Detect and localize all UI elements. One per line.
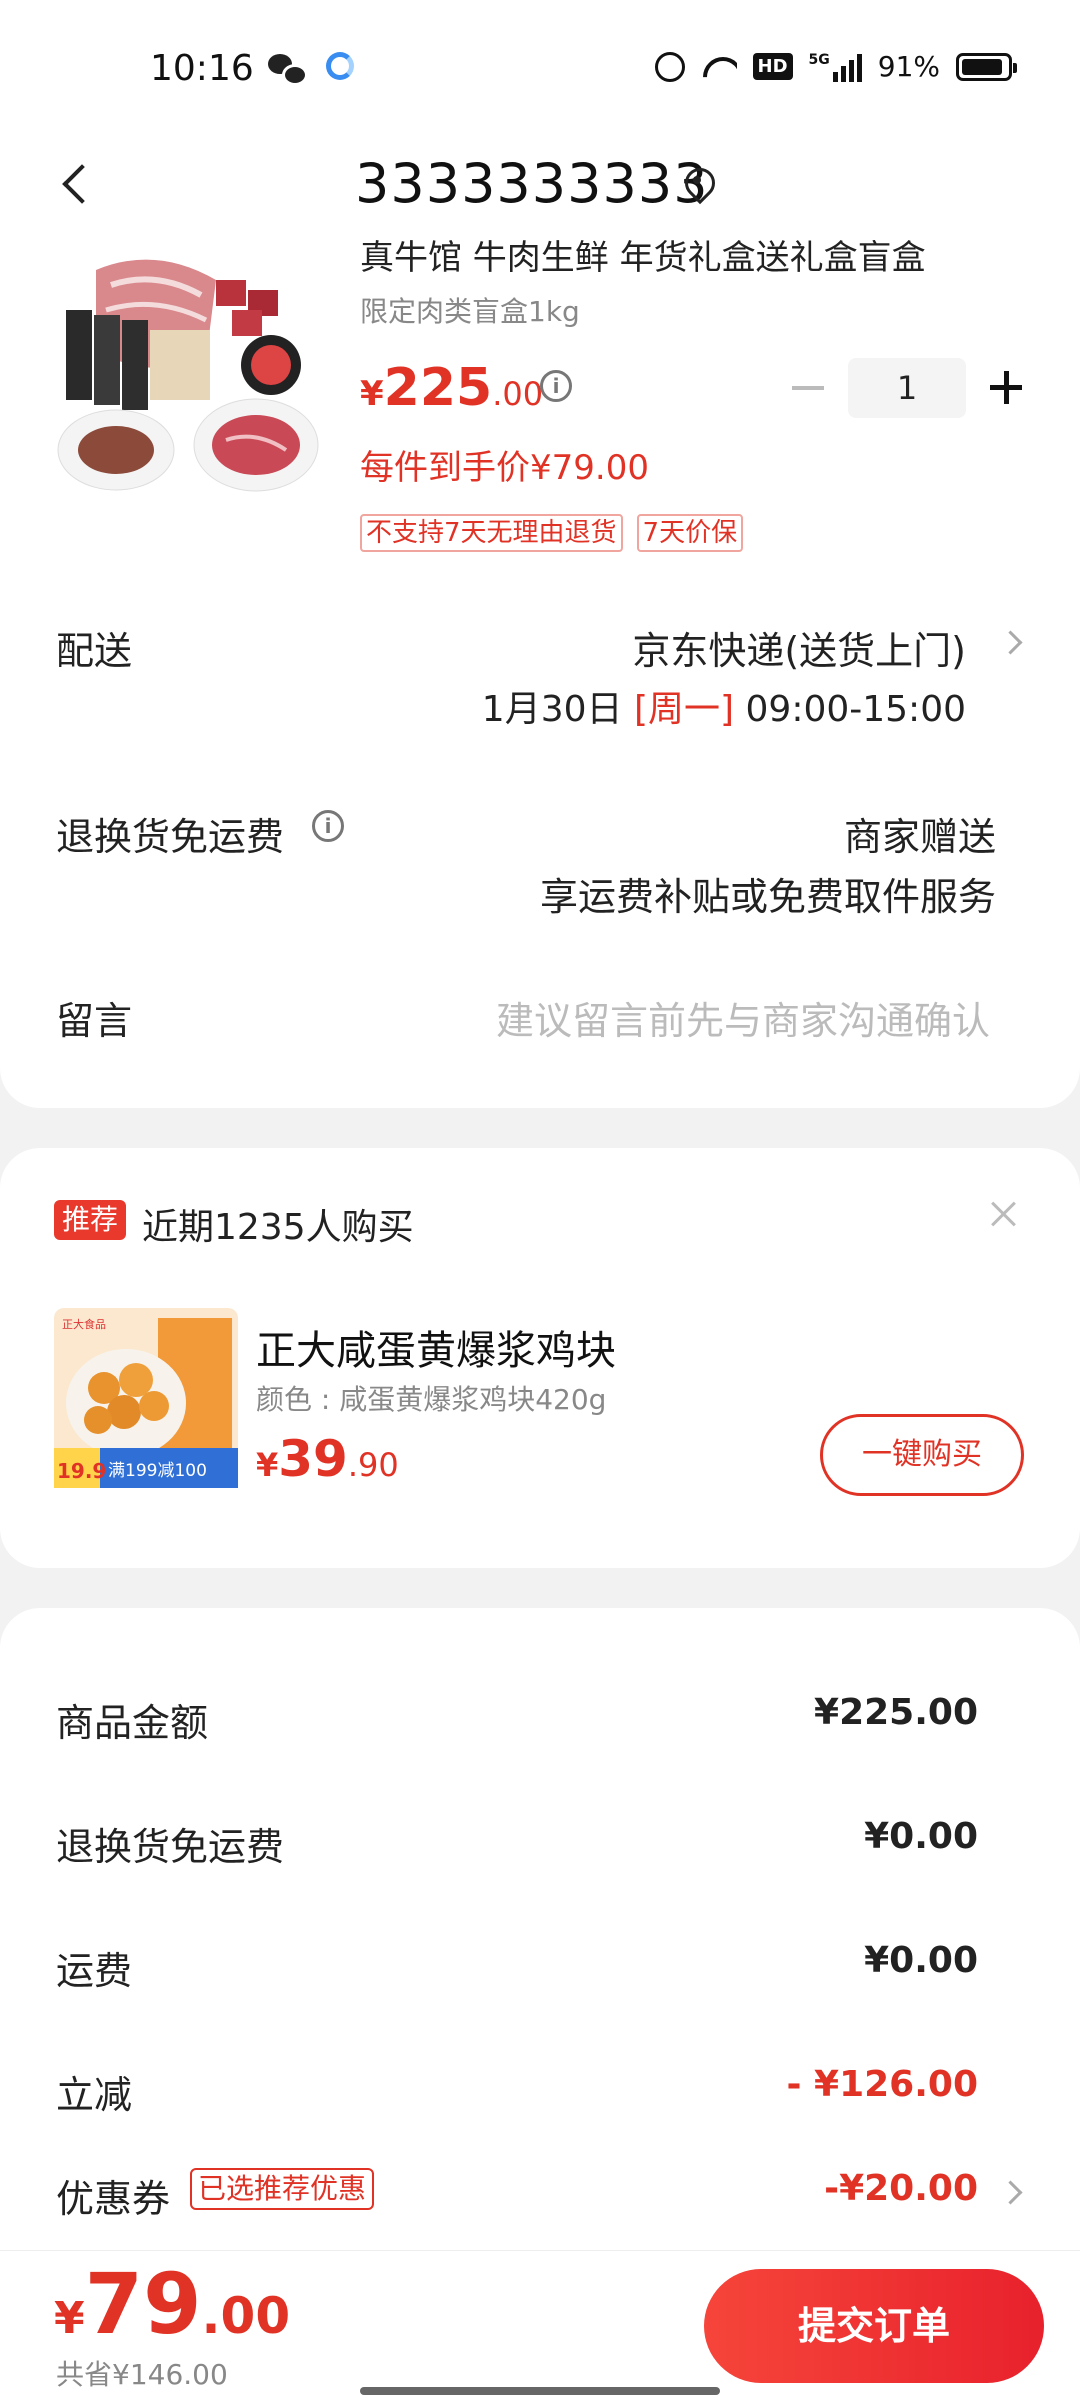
page-title: 3333333333 <box>355 152 709 215</box>
status-bar: 10:16 HD 5G 91% <box>0 0 1080 130</box>
recommend-price-dec: .90 <box>347 1446 399 1484</box>
quantity-minus-button[interactable] <box>790 368 826 408</box>
recommend-image[interactable]: 正大食品 19.9 满199减100 <box>54 1308 238 1488</box>
return-shipping-label: 退换货免运费 <box>56 815 285 859</box>
total-price: ¥79.00 <box>54 2255 290 2353</box>
home-indicator[interactable] <box>360 2387 720 2395</box>
qq-browser-icon <box>326 52 354 80</box>
alarm-icon <box>654 51 685 82</box>
delivery-weekday: [周一] <box>633 689 735 730</box>
price-symbol: ¥ <box>360 374 384 414</box>
delivery-time[interactable]: 1月30日 [周一] 09:00-15:00 <box>482 680 966 732</box>
total-price-int: 79 <box>84 2255 202 2353</box>
recommend-price: ¥39.90 <box>256 1430 399 1488</box>
close-icon[interactable] <box>988 1198 1020 1230</box>
signal-icon: 5G <box>809 52 862 82</box>
total-saved[interactable]: 共省¥146.00 <box>56 2353 228 2393</box>
unit-price: 每件到手价¥79.00 <box>360 448 649 488</box>
chevron-right-icon[interactable] <box>1002 628 1022 658</box>
back-icon[interactable] <box>58 160 98 210</box>
summary-value-discount: - ¥126.00 <box>786 2064 978 2105</box>
summary-value-coupon[interactable]: -¥20.00 <box>824 2168 978 2209</box>
quantity-plus-button[interactable] <box>988 368 1024 408</box>
image-price: 19.9 <box>57 1459 106 1483</box>
tag-no-return: 不支持7天无理由退货 <box>360 514 623 552</box>
wechat-icon <box>268 52 308 86</box>
image-brand: 正大食品 <box>62 1317 106 1331</box>
delivery-label: 配送 <box>56 629 133 673</box>
location-icon[interactable] <box>683 168 711 202</box>
recommend-price-int: 39 <box>278 1430 348 1488</box>
one-click-buy-button[interactable]: 一键购买 <box>820 1414 1024 1496</box>
summary-label-discount: 立减 <box>56 2073 133 2117</box>
product-image[interactable] <box>56 250 322 500</box>
return-shipping-desc: 享运费补贴或免费取件服务 <box>539 875 996 919</box>
price-int: 225 <box>383 358 493 418</box>
header: 3333333333 <box>0 130 1080 240</box>
return-shipping-value: 商家赠送 <box>843 815 996 859</box>
message-input[interactable]: 建议留言前先与商家沟通确认 <box>496 990 990 1045</box>
price-info-icon[interactable]: i <box>540 370 572 402</box>
recommend-title: 近期1235人购买 <box>142 1207 414 1248</box>
summary-label-shipping: 运费 <box>56 1949 133 1993</box>
coupon-tag[interactable]: 已选推荐优惠 <box>190 2168 375 2210</box>
summary-value-return: ¥0.00 <box>864 1816 978 1857</box>
battery-percent: 91% <box>877 50 940 83</box>
delivery-time-window: 09:00-15:00 <box>745 689 966 730</box>
recommend-name[interactable]: 正大咸蛋黄爆浆鸡块 <box>256 1318 616 1376</box>
return-info-icon[interactable]: i <box>312 810 344 842</box>
wifi-icon <box>701 53 737 81</box>
bottom-bar: ¥79.00 共省¥146.00 提交订单 <box>0 2250 1080 2400</box>
product-spec[interactable]: 限定肉类盲盒1kg <box>360 290 580 330</box>
summary-label-return: 退换货免运费 <box>56 1825 285 1869</box>
product-name[interactable]: 真牛馆 牛肉生鲜 年货礼盒送礼盒盲盒 <box>360 240 1020 279</box>
summary-value-shipping: ¥0.00 <box>864 1940 978 1981</box>
delivery-date: 1月30日 <box>481 689 623 730</box>
hd-icon: HD <box>752 53 793 80</box>
tag-price-protect[interactable]: 7天价保 <box>636 514 744 552</box>
product-tags: 不支持7天无理由退货 7天价保 <box>360 514 744 552</box>
message-label: 留言 <box>56 999 133 1043</box>
recommend-badge: 推荐 <box>54 1200 127 1240</box>
status-right: HD 5G 91% <box>654 50 1017 83</box>
summary-label-coupon: 优惠券 <box>56 2177 171 2221</box>
summary-label-goods: 商品金额 <box>56 1701 209 1745</box>
network-type: 5G <box>808 51 830 68</box>
coupon-chevron-icon[interactable] <box>1002 2178 1022 2208</box>
status-time: 10:16 <box>150 48 254 89</box>
price-dec: .00 <box>492 375 544 413</box>
total-price-symbol: ¥ <box>54 2293 85 2344</box>
submit-order-button[interactable]: 提交订单 <box>704 2269 1044 2383</box>
recommend-spec: 颜色 : 咸蛋黄爆浆鸡块420g <box>256 1383 607 1416</box>
order-card: 真牛馆 牛肉生鲜 年货礼盒送礼盒盲盒 限定肉类盲盒1kg ¥225.00 i 1… <box>0 240 1080 1108</box>
recommend-card: 推荐 近期1235人购买 正大食品 19.9 满199减100 正大咸蛋黄爆浆鸡… <box>0 1148 1080 1568</box>
status-app-icons <box>268 52 354 86</box>
image-promo: 满199减100 <box>108 1461 207 1481</box>
total-price-dec: .00 <box>201 2287 291 2345</box>
summary-value-goods: ¥225.00 <box>814 1692 978 1733</box>
delivery-method[interactable]: 京东快递(送货上门) <box>632 620 966 675</box>
quantity-input[interactable]: 1 <box>848 358 966 418</box>
product-price: ¥225.00 <box>360 358 543 418</box>
recommend-price-symbol: ¥ <box>256 1446 279 1484</box>
battery-icon <box>956 52 1017 81</box>
